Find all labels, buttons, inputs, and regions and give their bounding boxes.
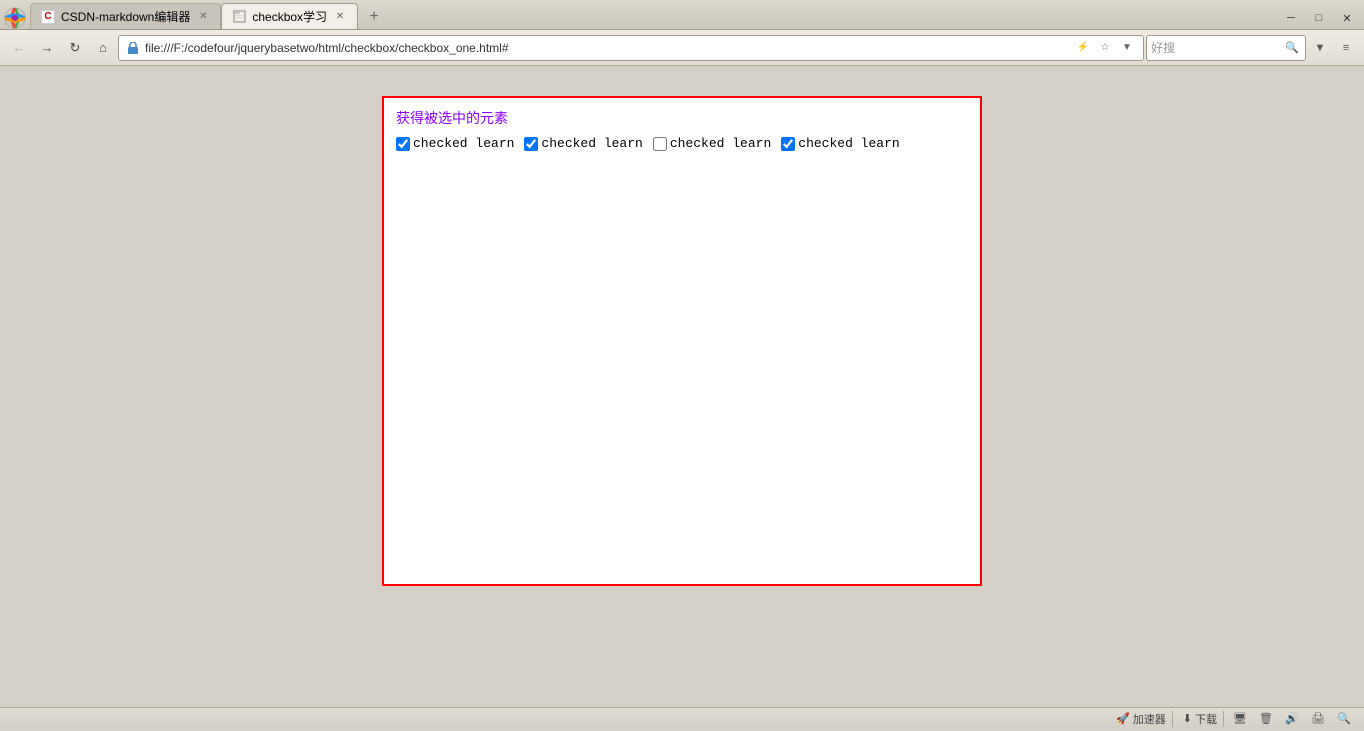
checkbox-label-4: checked learn — [798, 136, 899, 151]
forward-button[interactable]: → — [34, 35, 60, 61]
list-item: checked learn — [524, 136, 642, 151]
tab-favicon-csdn: C — [41, 10, 55, 24]
dropdown-icon[interactable]: ▼ — [1117, 38, 1137, 58]
tab-label-csdn: CSDN-markdown编辑器 — [61, 8, 190, 25]
checkbox-label-3: checked learn — [670, 136, 771, 151]
status-download: ⬇ 下载 — [1177, 711, 1224, 727]
webpage-box: 获得被选中的元素 checked learn checked learn che… — [382, 96, 982, 586]
accelerator-icon: 🚀 — [1116, 712, 1130, 725]
tab-favicon-checkbox — [232, 10, 246, 24]
minimize-button[interactable]: ─ — [1278, 7, 1304, 29]
address-input[interactable] — [145, 41, 1069, 55]
star-icon[interactable]: ☆ — [1095, 38, 1115, 58]
status-bar: 🚀 加速器 ⬇ 下载 🖥 🗑 🔊 🖨 🔍 — [0, 707, 1364, 729]
new-tab-button[interactable]: + — [362, 5, 386, 29]
search-options-button[interactable]: ▼ — [1308, 36, 1332, 60]
tab-close-checkbox[interactable]: ✕ — [333, 10, 347, 24]
status-right: 🚀 加速器 ⬇ 下载 🖥 🗑 🔊 🖨 🔍 — [1110, 707, 1356, 731]
checkbox-label-2: checked learn — [541, 136, 642, 151]
nav-bar: ← → ↻ ⌂ ⚡ ☆ ▼ 好搜 🔍 ▼ ≡ — [0, 30, 1364, 66]
list-item: checked learn — [396, 136, 514, 151]
search-icon[interactable]: 🔍 — [1283, 39, 1301, 57]
checkboxes-row: checked learn checked learn checked lear… — [396, 136, 968, 151]
browser-content: 获得被选中的元素 checked learn checked learn che… — [0, 66, 1364, 707]
maximize-button[interactable]: □ — [1306, 7, 1332, 29]
search-bar[interactable]: 好搜 🔍 — [1146, 35, 1306, 61]
address-security-icon — [125, 40, 141, 56]
tools-button[interactable]: ≡ — [1334, 36, 1358, 60]
browser-logo-icon — [4, 7, 26, 29]
checkbox-label-1: checked learn — [413, 136, 514, 151]
status-icon-3[interactable]: 🔊 — [1280, 707, 1304, 731]
status-icon-1[interactable]: 🖥 — [1228, 707, 1252, 731]
refresh-button[interactable]: ↻ — [62, 35, 88, 61]
checkbox-3[interactable] — [653, 137, 667, 151]
download-label: 下载 — [1195, 711, 1217, 727]
lightning-icon[interactable]: ⚡ — [1073, 38, 1093, 58]
tab-label-checkbox: checkbox学习 — [252, 8, 327, 25]
tab-close-csdn[interactable]: ✕ — [196, 10, 210, 24]
checkbox-4[interactable] — [781, 137, 795, 151]
close-button[interactable]: ✕ — [1334, 7, 1360, 29]
search-placeholder: 好搜 — [1151, 39, 1280, 56]
home-button[interactable]: ⌂ — [90, 35, 116, 61]
address-bar[interactable]: ⚡ ☆ ▼ — [118, 35, 1144, 61]
tab-checkbox[interactable]: checkbox学习 ✕ — [221, 3, 358, 29]
list-item: checked learn — [653, 136, 771, 151]
tabs-bar: C CSDN-markdown编辑器 ✕ checkbox学习 ✕ + — [0, 0, 1364, 30]
window-controls: ─ □ ✕ — [1278, 7, 1360, 29]
download-icon: ⬇ — [1183, 712, 1192, 725]
browser-window: C CSDN-markdown编辑器 ✕ checkbox学习 ✕ + — [0, 0, 1364, 729]
status-icon-4[interactable]: 🖨 — [1306, 707, 1330, 731]
tab-csdn[interactable]: C CSDN-markdown编辑器 ✕ — [30, 3, 221, 29]
status-icon-5[interactable]: 🔍 — [1332, 707, 1356, 731]
back-button[interactable]: ← — [6, 35, 32, 61]
list-item: checked learn — [781, 136, 899, 151]
accelerator-label: 加速器 — [1133, 711, 1166, 727]
box-title: 获得被选中的元素 — [396, 108, 968, 128]
address-actions: ⚡ ☆ ▼ — [1073, 38, 1137, 58]
checkbox-1[interactable] — [396, 137, 410, 151]
checkbox-2[interactable] — [524, 137, 538, 151]
status-icon-2[interactable]: 🗑 — [1254, 707, 1278, 731]
status-accelerator: 🚀 加速器 — [1110, 711, 1173, 727]
